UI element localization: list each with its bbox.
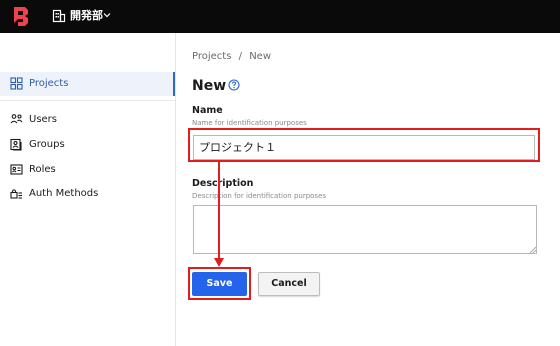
description-label: Description [192,178,254,189]
sidebar: Projects Users Groups Roles Auth Methods [0,33,176,346]
sidebar-item-label: Users [29,114,58,125]
building-icon [52,9,66,23]
top-bar: 開発部 [0,0,560,33]
users-icon [10,114,23,124]
chevron-down-icon[interactable] [103,11,111,19]
name-help-text: Name for identification purposes [192,119,307,127]
sidebar-divider [0,100,175,101]
sidebar-item-label: Projects [29,78,69,89]
page-title: New [192,78,227,94]
sidebar-item-label: Roles [29,164,56,175]
sidebar-item-label: Groups [29,139,65,150]
sidebar-item-auth-methods[interactable]: Auth Methods [0,182,175,206]
org-name[interactable]: 開発部 [70,9,103,23]
name-label: Name [192,105,223,116]
description-textarea[interactable] [193,205,537,254]
resize-handle-icon[interactable] [530,247,536,253]
breadcrumb: Projects / New [192,51,271,63]
sidebar-item-projects[interactable]: Projects [0,72,175,96]
grid-icon [10,77,23,90]
description-help-text: Description for identification purposes [192,192,327,200]
main-content: Projects / New New Name Name for identif… [177,33,560,346]
save-button[interactable]: Save [192,272,247,296]
boundary-logo-icon[interactable] [12,6,30,27]
sidebar-item-roles[interactable]: Roles [0,158,175,182]
sidebar-item-label: Auth Methods [29,188,99,199]
breadcrumb-projects-link[interactable]: Projects [192,51,231,62]
breadcrumb-separator: / [238,51,242,62]
id-card-icon [10,164,23,175]
sidebar-item-users[interactable]: Users [0,108,175,132]
auth-methods-icon [10,189,22,199]
breadcrumb-current: New [249,51,271,62]
sidebar-item-groups[interactable]: Groups [0,133,175,157]
cancel-button[interactable]: Cancel [258,272,320,296]
annotation-arrowhead [214,258,224,267]
groups-icon [10,138,22,151]
name-field[interactable]: プロジェクト１ [193,135,535,160]
active-indicator [173,72,175,96]
help-circle-icon[interactable] [228,79,240,91]
